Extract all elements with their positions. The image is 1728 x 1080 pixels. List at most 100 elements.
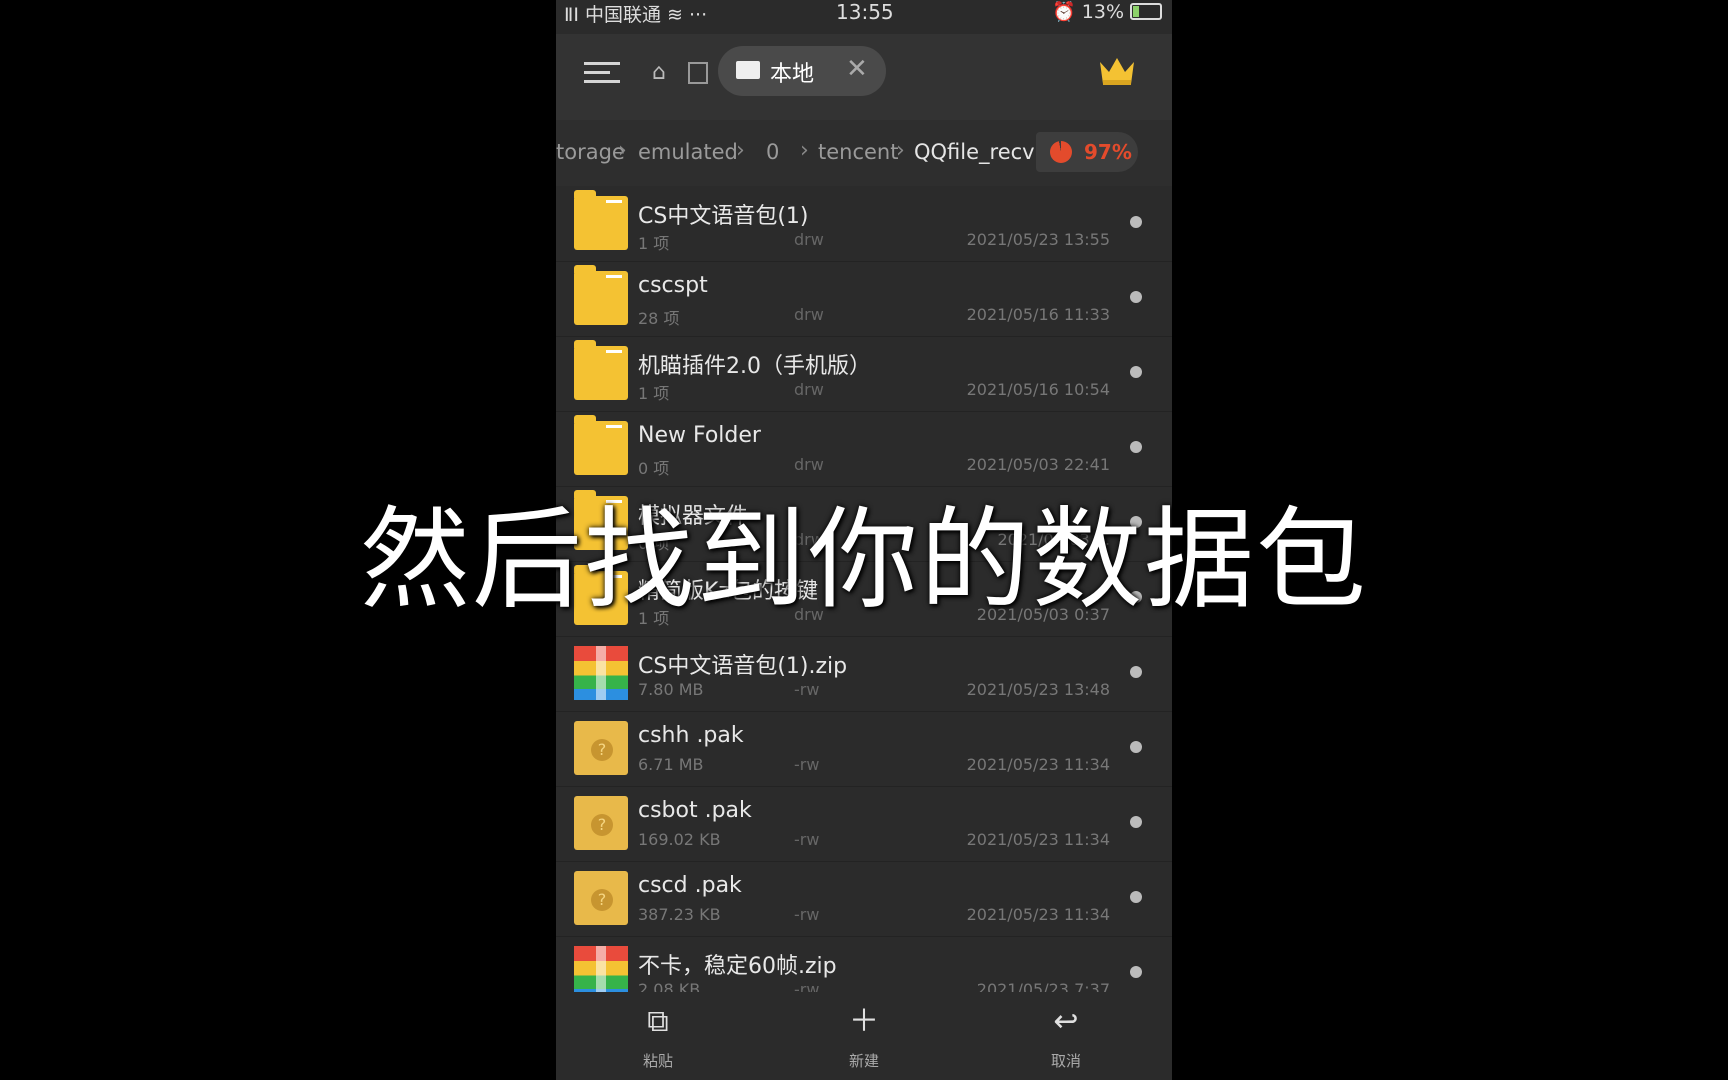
file-name: 机瞄插件2.0（手机版） [638,354,871,379]
file-date: 2021/05/16 11:33 [966,305,1110,324]
select-dot-icon[interactable] [1130,741,1142,753]
select-dot-icon[interactable] [1130,291,1142,303]
file-row[interactable]: 机瞄插件2.0（手机版） 1 项 drw 2021/05/16 10:54 [556,336,1172,412]
plus-icon: ＋ [849,1004,879,1039]
folder-icon [574,415,628,475]
paste-icon: ⧉ [647,1004,669,1039]
file-size: 1 项 [638,609,670,628]
file-size: 28 项 [638,309,680,328]
file-permissions: -rw [794,830,820,849]
window-icon[interactable] [688,62,708,84]
storage-icon [736,61,760,79]
file-name: 模拟器文件 [638,504,749,529]
select-dot-icon[interactable] [1130,966,1142,978]
file-date: 2021/05/23 13:48 [966,680,1110,699]
file-date: 2021/05/03 0:37 [976,605,1110,624]
pie-icon [1050,141,1072,163]
breadcrumb-item[interactable]: 0 [766,140,779,164]
clock: 13:55 [836,0,894,24]
file-row[interactable]: 不卡，稳定60帧.zip 2.08 KB -rw 2021/05/23 7:37 [556,936,1172,992]
unknown-file-icon [574,871,628,925]
file-row[interactable]: cshh .pak 6.71 MB -rw 2021/05/23 11:34 [556,711,1172,787]
file-row[interactable]: 精简版Kz包的按键 1 项 drw 2021/05/03 0:37 [556,561,1172,637]
file-row[interactable]: 模拟器文件 0 项 drw 2021/05/03 ... [556,486,1172,562]
file-size: 1 项 [638,234,670,253]
file-size: 1 项 [638,384,670,403]
battery-icon [1130,3,1162,20]
file-permissions: -rw [794,980,820,992]
file-date: 2021/05/23 13:55 [966,230,1110,249]
file-name: cshh .pak [638,723,744,748]
file-size: 7.80 MB [638,680,704,699]
select-dot-icon[interactable] [1130,591,1142,603]
toolbar: ⌂ 本地 ✕ [556,34,1172,120]
unknown-file-icon [574,721,628,775]
file-permissions: -rw [794,905,820,924]
file-size: 387.23 KB [638,905,721,924]
zip-archive-icon [574,646,628,700]
paste-button[interactable]: ⧉ 粘贴 [618,1002,698,1071]
home-icon[interactable]: ⌂ [652,60,666,85]
breadcrumb: torage › emulated › 0 › tencent › QQfile… [556,120,1172,186]
menu-icon[interactable] [584,56,620,92]
file-permissions: drw [794,455,824,474]
file-date: 2021/05/23 11:34 [966,830,1110,849]
close-icon[interactable]: ✕ [846,54,868,84]
battery-percent: 13% [1081,0,1124,23]
file-permissions: drw [794,605,824,624]
select-dot-icon[interactable] [1130,366,1142,378]
file-name: New Folder [638,423,761,448]
breadcrumb-item[interactable]: torage [556,140,625,164]
file-row[interactable]: cscd .pak 387.23 KB -rw 2021/05/23 11:34 [556,861,1172,937]
folder-icon [574,340,628,400]
folder-icon [574,490,628,550]
select-dot-icon[interactable] [1130,216,1142,228]
tab-local[interactable]: 本地 ✕ [718,46,886,96]
file-permissions: drw [794,530,824,549]
file-date: 2021/05/23 11:34 [966,755,1110,774]
file-row[interactable]: csbot .pak 169.02 KB -rw 2021/05/23 11:34 [556,786,1172,862]
file-name: 不卡，稳定60帧.zip [638,954,837,979]
file-permissions: -rw [794,755,820,774]
file-permissions: drw [794,230,824,249]
select-dot-icon[interactable] [1130,666,1142,678]
file-list: CS中文语音包(1) 1 项 drw 2021/05/23 13:55 cscspt 28… [556,186,1172,992]
select-dot-icon[interactable] [1130,891,1142,903]
file-row[interactable]: CS中文语音包(1) 1 项 drw 2021/05/23 13:55 [556,186,1172,262]
file-date: 2021/05/03 22:41 [966,455,1110,474]
cancel-button[interactable]: ↩ 取消 [1026,1002,1106,1071]
alarm-icon: ⏰ [1052,1,1076,23]
crown-icon[interactable] [1098,54,1136,88]
unknown-file-icon [574,796,628,850]
select-dot-icon[interactable] [1130,816,1142,828]
bottom-action-bar: ⧉ 粘贴 ＋ 新建 ↩ 取消 [556,992,1172,1080]
file-size: 2.08 KB [638,980,701,992]
file-permissions: drw [794,380,824,399]
file-size: 0 项 [638,459,670,478]
tab-label: 本地 [770,62,815,87]
file-row[interactable]: cscspt 28 项 drw 2021/05/16 11:33 [556,261,1172,337]
file-date: 2021/05/03 ... [997,530,1110,549]
file-size: 0 项 [638,534,670,553]
breadcrumb-item[interactable]: emulated [638,140,738,164]
new-button[interactable]: ＋ 新建 [824,1002,904,1071]
breadcrumb-item[interactable]: tencent [818,140,898,164]
undo-icon: ↩ [1053,1004,1079,1039]
file-name: CS中文语音包(1).zip [638,654,848,679]
folder-icon [574,265,628,325]
folder-icon [574,565,628,625]
phone-screen: ⅡⅠ 中国联通 ≋ ··· 13:55 ⏰ 13% ⌂ 本地 ✕ torage … [556,0,1172,1080]
folder-icon [574,190,628,250]
storage-percent: 97% [1084,140,1132,164]
file-name: csbot .pak [638,798,752,823]
breadcrumb-current[interactable]: QQfile_recv [914,140,1035,164]
select-dot-icon[interactable] [1130,516,1142,528]
storage-usage-badge[interactable]: 97% [1036,132,1138,172]
select-dot-icon[interactable] [1130,441,1142,453]
zip-archive-icon [574,946,628,992]
file-row[interactable]: CS中文语音包(1).zip 7.80 MB -rw 2021/05/23 13:48 [556,636,1172,712]
file-name: cscd .pak [638,873,742,898]
file-row[interactable]: New Folder 0 项 drw 2021/05/03 22:41 [556,411,1172,487]
file-name: CS中文语音包(1) [638,204,809,229]
file-name: cscspt [638,273,708,298]
